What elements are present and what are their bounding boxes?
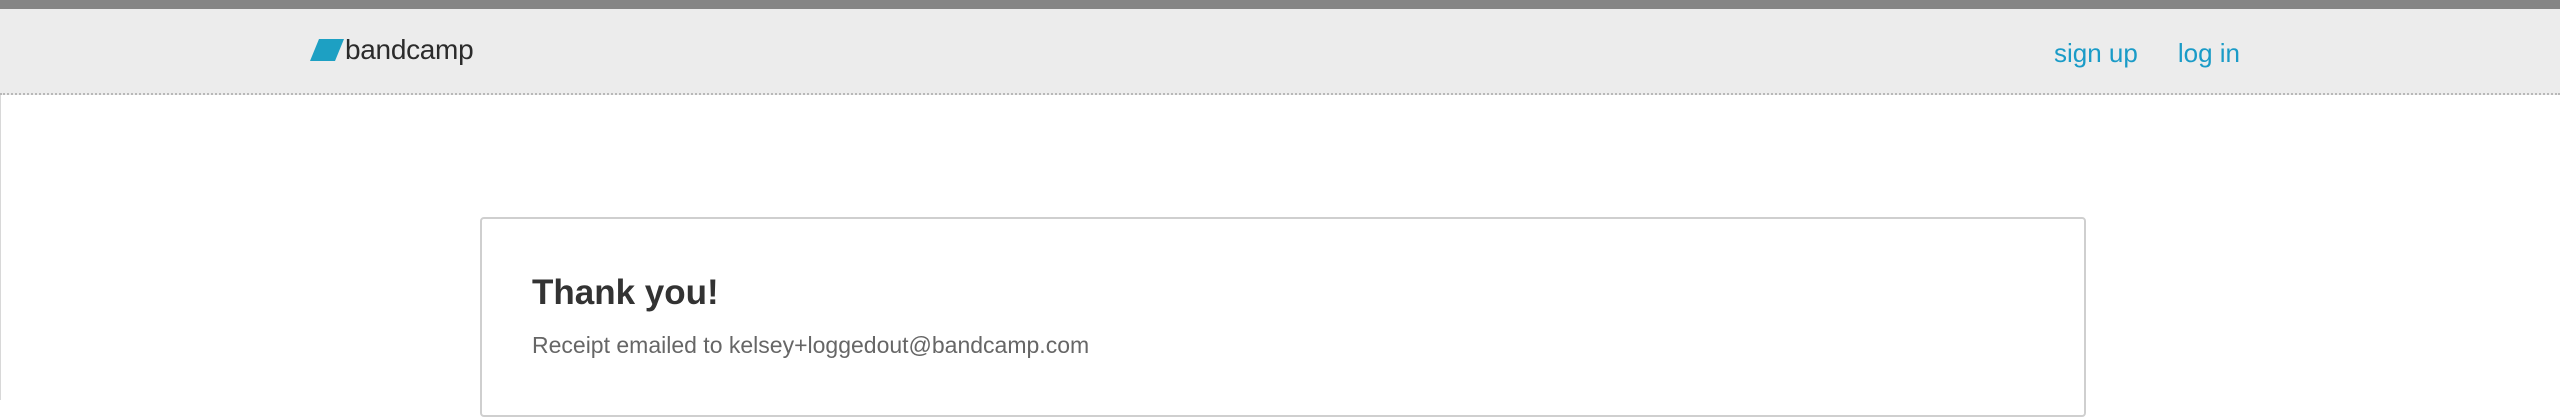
top-strip bbox=[0, 0, 2560, 9]
bandcamp-logo-icon bbox=[310, 39, 344, 61]
logo-text: bandcamp bbox=[345, 34, 474, 65]
log-in-link[interactable]: log in bbox=[2178, 38, 2240, 68]
header-nav: sign up log in bbox=[2054, 38, 2240, 68]
bandcamp-logo[interactable]: bandcamp bbox=[310, 34, 474, 65]
page-title: Thank you! bbox=[532, 273, 719, 312]
site-header: bandcamp sign up log in bbox=[0, 9, 2560, 95]
page-left-border bbox=[0, 95, 1, 400]
thank-you-card: Thank you! Receipt emailed to kelsey+log… bbox=[480, 217, 2086, 417]
receipt-message: Receipt emailed to kelsey+loggedout@band… bbox=[532, 332, 1090, 358]
sign-up-link[interactable]: sign up bbox=[2054, 38, 2138, 68]
